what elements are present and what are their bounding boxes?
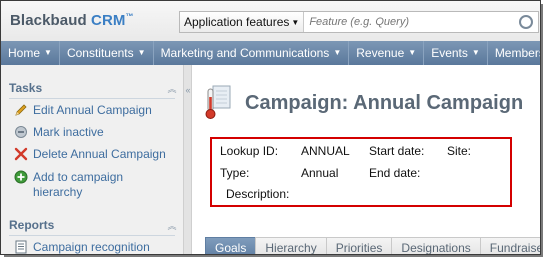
app-header: Blackbaud CRM™ Application features ▼ <box>1 1 540 41</box>
collapse-up-icon[interactable]: ︽ <box>167 84 177 94</box>
reports-section-title: Reports <box>9 218 55 232</box>
delete-x-icon <box>13 147 29 165</box>
campaign-summary: Lookup ID: ANNUAL Start date: Site: Type… <box>210 137 512 207</box>
search-category-label: Application features <box>184 15 290 29</box>
brand-tm: ™ <box>125 12 134 21</box>
nav-item-membership[interactable]: Membership <box>488 41 540 65</box>
description-label: Description: <box>226 187 290 201</box>
collapse-up-icon[interactable]: ︽ <box>167 221 177 231</box>
nav-item-home[interactable]: Home ▼ <box>1 41 60 65</box>
tab-strip: Goals Hierarchy Priorities Designations … <box>205 237 540 254</box>
mark-inactive-icon <box>13 125 29 143</box>
nav-item-label: Membership <box>494 46 540 60</box>
start-date-label: Start date: <box>369 144 425 158</box>
task-label: Edit Annual Campaign <box>33 103 152 117</box>
chevron-down-icon: ▼ <box>44 48 52 57</box>
type-label: Type: <box>220 166 250 180</box>
brand-product: CRM <box>91 12 126 29</box>
main-nav: Home ▼ Constituents ▼ Marketing and Commun… <box>1 41 540 65</box>
main-content: Campaign: Annual Campaign Lookup ID: ANN… <box>193 65 540 254</box>
tab-fundraisers[interactable]: Fundraisers <box>479 237 540 254</box>
divider <box>9 98 175 99</box>
tasks-section-title: Tasks <box>9 81 43 95</box>
brand-logo[interactable]: Blackbaud CRM™ <box>10 12 134 29</box>
lookup-id-value: ANNUAL <box>301 144 350 158</box>
chevron-down-icon: ▼ <box>137 48 146 57</box>
nav-item-label: Events <box>431 46 468 60</box>
search-icon[interactable] <box>519 15 533 29</box>
lookup-id-label: Lookup ID: <box>220 144 279 158</box>
brand-name: Blackbaud <box>10 12 87 29</box>
collapse-left-icon[interactable]: « <box>184 85 192 95</box>
site-label: Site: <box>447 144 472 158</box>
task-label: Mark inactive <box>33 125 104 139</box>
nav-item-label: Marketing and Communications <box>160 46 330 60</box>
nav-item-revenue[interactable]: Revenue ▼ <box>349 41 425 65</box>
type-value: Annual <box>301 166 339 180</box>
page-header: Campaign: Annual Campaign <box>203 83 523 123</box>
divider <box>9 235 175 236</box>
end-date-label: End date: <box>369 166 421 180</box>
nav-item-label: Revenue <box>356 46 405 60</box>
page-title: Campaign: Annual Campaign <box>245 91 524 114</box>
chevron-down-icon: ▼ <box>333 48 342 57</box>
tab-priorities[interactable]: Priorities <box>325 237 393 254</box>
app-window: Blackbaud CRM™ Application features ▼ Ho… <box>0 0 541 255</box>
nav-item-label: Constituents <box>66 46 134 60</box>
tab-goals[interactable]: Goals <box>205 237 257 254</box>
task-label: Add to campaign hierarchy <box>33 170 124 199</box>
nav-item-events[interactable]: Events ▼ <box>424 41 488 65</box>
report-label: Campaign recognition <box>33 240 150 254</box>
chevron-down-icon: ▼ <box>408 48 417 57</box>
tab-hierarchy[interactable]: Hierarchy <box>255 237 327 254</box>
sidebar-splitter[interactable]: « <box>184 65 192 254</box>
task-mark-inactive[interactable]: Mark inactive <box>13 125 104 143</box>
search-input[interactable] <box>304 13 535 31</box>
chevron-down-icon: ▼ <box>471 48 480 57</box>
task-delete-campaign[interactable]: Delete Annual Campaign <box>13 147 166 165</box>
nav-item-marketing[interactable]: Marketing and Communications ▼ <box>154 41 350 65</box>
nav-item-label: Home <box>8 46 41 60</box>
chevron-down-icon: ▼ <box>291 17 300 27</box>
task-add-hierarchy[interactable]: Add to campaign hierarchy <box>13 170 153 200</box>
task-label: Delete Annual Campaign <box>33 147 166 161</box>
report-campaign-recognition[interactable]: Campaign recognition <box>13 240 150 254</box>
feature-search: Application features ▼ <box>179 11 539 33</box>
report-icon <box>13 240 29 254</box>
tab-designations[interactable]: Designations <box>391 237 481 254</box>
add-circle-icon <box>13 170 29 188</box>
thermometer-icon <box>203 83 235 123</box>
search-category-select[interactable]: Application features ▼ <box>180 12 305 32</box>
task-edit-campaign[interactable]: Edit Annual Campaign <box>13 103 152 121</box>
sidebar: Tasks ︽ Edit Annual Campaign Mark inacti… <box>1 65 184 254</box>
nav-item-constituents[interactable]: Constituents ▼ <box>60 41 154 65</box>
pencil-icon <box>13 103 29 121</box>
